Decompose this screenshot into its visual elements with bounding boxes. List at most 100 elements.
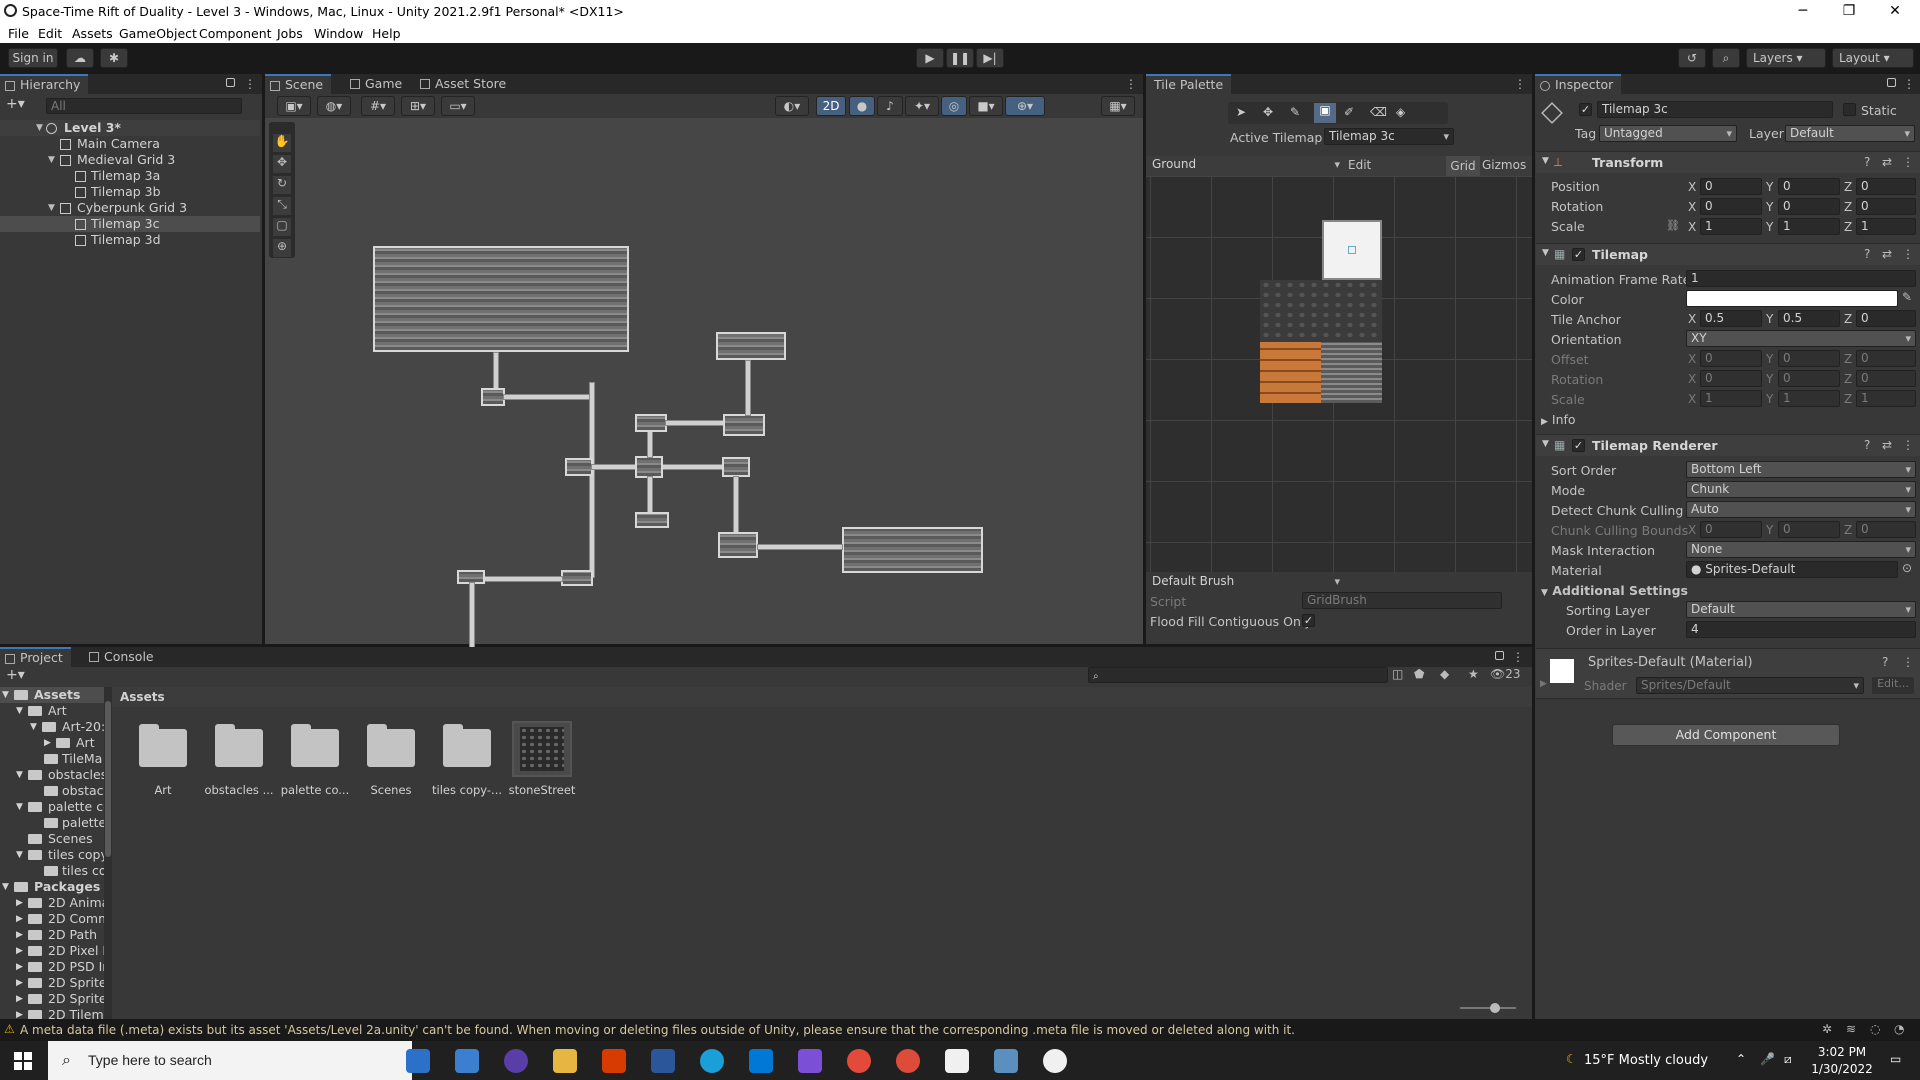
menu-window[interactable]: Window bbox=[314, 26, 363, 41]
weather-icon[interactable]: ☾ bbox=[1566, 1052, 1577, 1066]
clock-time[interactable]: 3:02 PM bbox=[1810, 1045, 1874, 1059]
anim-rate-field[interactable]: 1 bbox=[1686, 270, 1916, 287]
sorting-layer-dropdown[interactable]: Default bbox=[1686, 601, 1916, 618]
collab-icon[interactable]: ✱ bbox=[100, 48, 128, 68]
rotation-y-field[interactable]: 0 bbox=[1778, 198, 1840, 215]
gizmos-dropdown[interactable]: ⊕▾ bbox=[1005, 96, 1045, 116]
menu-jobs[interactable]: Jobs bbox=[277, 26, 303, 41]
lighting-icon[interactable]: ● bbox=[849, 96, 875, 116]
collapse-arrow-icon[interactable]: ▼ bbox=[1542, 439, 1549, 449]
anchor-x-field[interactable]: 0.5 bbox=[1700, 310, 1762, 327]
tray-chevron-icon[interactable]: ⌃ bbox=[1736, 1052, 1746, 1066]
expand-arrow-icon[interactable]: ▼ bbox=[48, 152, 55, 168]
position-x-field[interactable]: 0 bbox=[1700, 178, 1762, 195]
discord-icon[interactable] bbox=[798, 1049, 822, 1073]
sign-in-button[interactable]: Sign in bbox=[8, 48, 58, 68]
hierarchy-row[interactable]: ▼ Cyberpunk Grid 3 bbox=[0, 200, 260, 216]
picker-tool-icon[interactable]: ✐ bbox=[1344, 105, 1354, 119]
add-icon[interactable]: +▾ bbox=[6, 667, 25, 683]
folder-icon[interactable] bbox=[139, 724, 187, 767]
rotation-x-field[interactable]: 0 bbox=[1700, 198, 1762, 215]
constrain-scale-icon[interactable]: ⛓ bbox=[1666, 219, 1680, 232]
tab-inspector[interactable]: Inspector bbox=[1535, 74, 1622, 94]
scrollbar-thumb[interactable] bbox=[105, 701, 111, 857]
tree-scrollbar[interactable] bbox=[104, 687, 112, 1019]
tilemap-renderer-header[interactable]: ▼ ▦ ✓ Tilemap Renderer ? ⇄ ⋮ bbox=[1536, 434, 1920, 456]
folder-icon[interactable] bbox=[215, 724, 263, 767]
help-icon[interactable]: ? bbox=[1864, 438, 1870, 452]
ruler-dropdown[interactable]: ▭▾ bbox=[441, 96, 475, 116]
progress-icon[interactable]: ◌ bbox=[1870, 1022, 1880, 1036]
layout-dropdown[interactable]: Layout ▾ bbox=[1832, 48, 1914, 68]
shading-dropdown[interactable]: ◐▾ bbox=[775, 96, 809, 116]
favorite-icon[interactable]: ★ bbox=[1468, 667, 1479, 681]
transform-header[interactable]: ▼ ⟂ Transform ? ⇄ ⋮ bbox=[1536, 151, 1920, 173]
tree-item-assets[interactable]: ▼ Assets bbox=[0, 687, 104, 703]
globe-dropdown[interactable]: ◍▾ bbox=[317, 96, 351, 116]
object-name-field[interactable]: Tilemap 3c bbox=[1597, 101, 1833, 118]
tilemap-enabled-checkbox[interactable]: ✓ bbox=[1572, 248, 1585, 261]
menu-assets[interactable]: Assets bbox=[72, 26, 113, 41]
menu-file[interactable]: File bbox=[8, 26, 29, 41]
folder-icon[interactable] bbox=[443, 724, 491, 767]
cloud-icon[interactable]: ☁ bbox=[66, 48, 94, 68]
position-y-field[interactable]: 0 bbox=[1778, 178, 1840, 195]
preset-icon[interactable]: ⇄ bbox=[1882, 438, 1892, 452]
component-menu-icon[interactable]: ⋮ bbox=[1902, 247, 1914, 261]
tile-stone-street[interactable] bbox=[1321, 342, 1382, 403]
scale-x-field[interactable]: 1 bbox=[1700, 218, 1762, 235]
scale-z-field[interactable]: 1 bbox=[1856, 218, 1916, 235]
tab-hierarchy[interactable]: Hierarchy bbox=[0, 74, 89, 94]
cache-icon[interactable]: ≋ bbox=[1846, 1022, 1856, 1036]
panel-menu-icon[interactable]: ⋮ bbox=[1125, 77, 1137, 91]
edge-icon[interactable] bbox=[700, 1049, 724, 1073]
layers-dropdown[interactable]: Layers ▾ bbox=[1746, 48, 1826, 68]
active-tilemap-dropdown[interactable]: Tilemap 3c bbox=[1324, 128, 1454, 145]
pause-button[interactable]: ❚❚ bbox=[946, 48, 974, 68]
palette-grid[interactable] bbox=[1146, 176, 1532, 572]
scale-y-field[interactable]: 1 bbox=[1778, 218, 1840, 235]
hidden-count[interactable]: 👁23 bbox=[1490, 667, 1521, 681]
preset-icon[interactable]: ⇄ bbox=[1882, 247, 1892, 261]
collapse-arrow-icon[interactable]: ▼ bbox=[1542, 248, 1549, 258]
panel-menu-icon[interactable]: ⋮ bbox=[244, 77, 256, 91]
detect-culling-dropdown[interactable]: Auto bbox=[1686, 501, 1916, 518]
lock-icon[interactable] bbox=[226, 78, 235, 87]
select-tool-icon[interactable]: ➤ bbox=[1236, 105, 1246, 119]
active-checkbox[interactable]: ✓ bbox=[1579, 103, 1592, 116]
position-z-field[interactable]: 0 bbox=[1856, 178, 1916, 195]
2d-toggle-button[interactable]: 2D bbox=[816, 96, 846, 116]
mask-dropdown[interactable]: None bbox=[1686, 541, 1916, 558]
hierarchy-search-input[interactable]: All bbox=[46, 98, 242, 114]
zoom-slider[interactable] bbox=[1460, 1003, 1516, 1013]
object-picker-icon[interactable]: ⊙ bbox=[1902, 561, 1912, 575]
obs-icon[interactable] bbox=[504, 1049, 528, 1073]
expand-arrow-icon[interactable]: ▼ bbox=[48, 200, 55, 216]
paint-tool-icon[interactable]: ✎ bbox=[1290, 105, 1300, 119]
store-icon[interactable] bbox=[406, 1049, 430, 1073]
rotation-z-field[interactable]: 0 bbox=[1856, 198, 1916, 215]
move-tool-icon[interactable]: ✥ bbox=[1263, 105, 1273, 119]
search-icon[interactable]: ⌕ bbox=[1712, 48, 1740, 68]
zoom-slider-thumb[interactable] bbox=[1490, 1003, 1500, 1013]
word-icon[interactable] bbox=[651, 1049, 675, 1073]
tablet-icon[interactable] bbox=[994, 1049, 1018, 1073]
hidden-objects-icon[interactable]: ◎ bbox=[941, 96, 967, 116]
audio-icon[interactable]: ♪ bbox=[877, 96, 903, 116]
order-in-layer-field[interactable]: 4 bbox=[1686, 621, 1916, 638]
help-icon[interactable]: ? bbox=[1882, 655, 1888, 669]
hierarchy-row[interactable]: Tilemap 3a bbox=[0, 168, 260, 184]
tab-tile-palette[interactable]: Tile Palette bbox=[1146, 74, 1232, 94]
edit-button[interactable]: Edit bbox=[1348, 158, 1376, 172]
tile-brick[interactable] bbox=[1260, 342, 1321, 403]
scene-canvas[interactable] bbox=[265, 118, 1143, 694]
performance-icon[interactable]: ◔ bbox=[1894, 1022, 1904, 1036]
menu-help[interactable]: Help bbox=[372, 26, 401, 41]
lock-icon[interactable] bbox=[1887, 78, 1896, 87]
component-menu-icon[interactable]: ⋮ bbox=[1902, 155, 1914, 169]
menu-component[interactable]: Component bbox=[199, 26, 272, 41]
history-icon[interactable]: ↺ bbox=[1678, 48, 1706, 68]
tilemap-header[interactable]: ▼ ▦ ✓ Tilemap ? ⇄ ⋮ bbox=[1536, 243, 1920, 265]
grid-toggle-button[interactable]: Grid bbox=[1446, 156, 1480, 176]
brush-dropdown[interactable]: Default Brush bbox=[1148, 574, 1344, 591]
